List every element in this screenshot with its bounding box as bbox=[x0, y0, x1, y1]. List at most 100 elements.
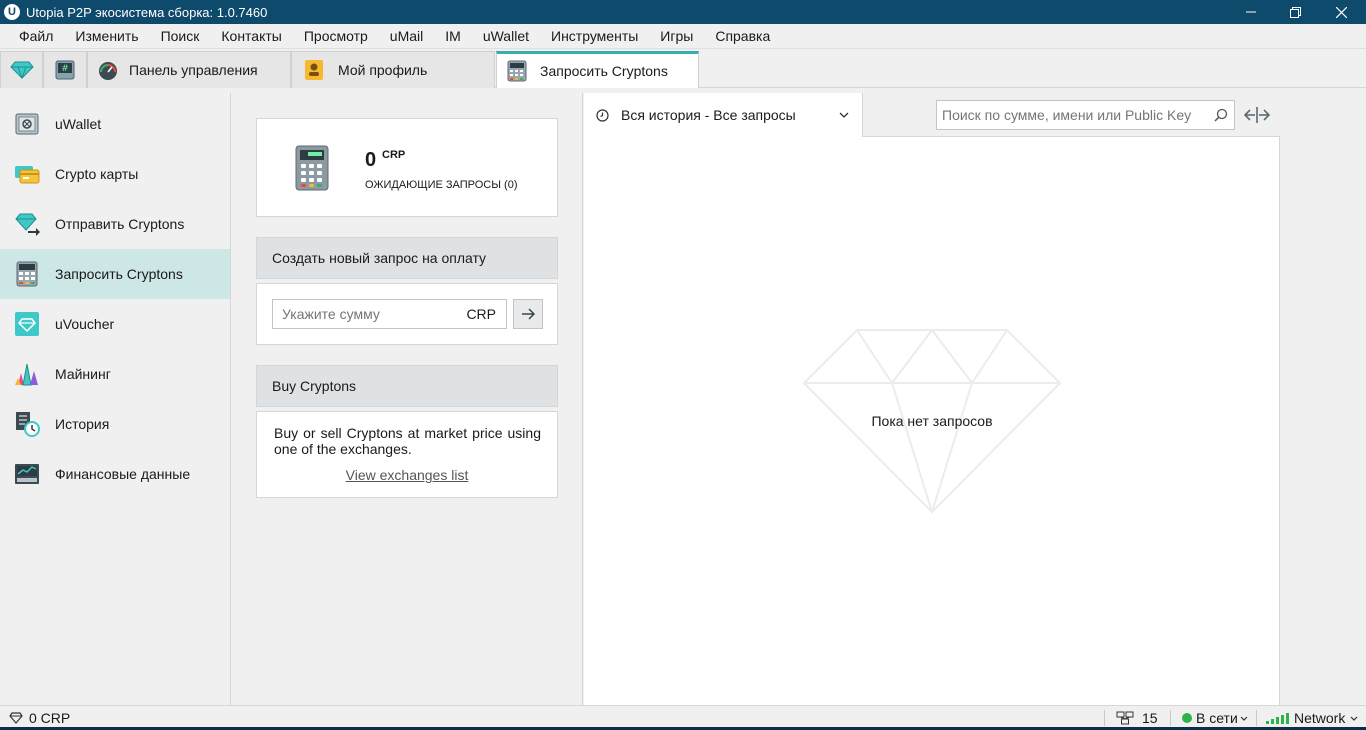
empty-history-message: Пока нет запросов bbox=[871, 413, 993, 429]
send-crystal-icon bbox=[15, 213, 40, 236]
balance-amount: 0 bbox=[365, 149, 377, 171]
terminal-calculator-icon bbox=[295, 145, 329, 191]
sidebar-item-request-cryptons[interactable]: Запросить Cryptons bbox=[0, 249, 230, 299]
status-balance: 0 CRP bbox=[29, 710, 71, 726]
sidebar-item-uwallet[interactable]: uWallet bbox=[0, 99, 230, 149]
signal-strength-icon bbox=[1266, 713, 1289, 724]
expand-horizontal-icon bbox=[1244, 107, 1270, 123]
chevron-down-icon bbox=[839, 112, 849, 118]
chevron-down-icon bbox=[1350, 716, 1358, 721]
sidebar-item-label: Финансовые данные bbox=[55, 466, 191, 482]
new-request-title: Создать новый запрос на оплату bbox=[272, 250, 487, 266]
safe-icon bbox=[15, 113, 39, 135]
clock-icon bbox=[596, 108, 609, 122]
svg-text:#: # bbox=[61, 64, 69, 74]
online-status-label: В сети bbox=[1196, 710, 1238, 726]
tab-request-cryptons[interactable]: Запросить Cryptons bbox=[496, 51, 699, 88]
profile-card-icon bbox=[305, 60, 323, 80]
new-request-header: Создать новый запрос на оплату bbox=[256, 237, 558, 279]
sidebar: uWallet Crypto карты Отправить Cryptons … bbox=[0, 93, 231, 705]
menu-bar: Файл Изменить Поиск Контакты Просмотр uM… bbox=[0, 24, 1366, 48]
peers-count: 15 bbox=[1142, 710, 1158, 726]
crypto-cards-icon bbox=[15, 166, 40, 184]
calculator-icon bbox=[16, 261, 38, 287]
tab-my-profile-label: Мой профиль bbox=[338, 62, 428, 78]
request-panel: 0 CRP ОЖИДАЮЩИЕ ЗАПРОСЫ (0) Создать новы… bbox=[231, 93, 583, 705]
menu-help[interactable]: Справка bbox=[704, 24, 781, 48]
network-label: Network bbox=[1294, 710, 1346, 726]
sidebar-item-label: Отправить Cryptons bbox=[55, 216, 185, 232]
status-divider bbox=[1104, 710, 1105, 726]
search-icon[interactable] bbox=[1214, 108, 1228, 122]
tab-dashboard[interactable]: Панель управления bbox=[87, 51, 291, 88]
mining-crystals-icon bbox=[15, 363, 38, 386]
tab-request-cryptons-label: Запросить Cryptons bbox=[540, 63, 668, 79]
voucher-icon bbox=[15, 312, 39, 336]
sidebar-item-label: Майнинг bbox=[55, 366, 111, 382]
minimize-icon bbox=[1246, 11, 1256, 13]
sidebar-item-label: Crypto карты bbox=[55, 166, 139, 182]
sidebar-item-label: uVoucher bbox=[55, 316, 115, 332]
tab-my-profile[interactable]: Мой профиль bbox=[291, 51, 495, 88]
tab-home[interactable] bbox=[0, 51, 43, 88]
menu-uwallet[interactable]: uWallet bbox=[472, 24, 540, 48]
hash-terminal-icon: # bbox=[55, 60, 75, 80]
status-divider bbox=[1256, 710, 1257, 726]
sidebar-item-label: История bbox=[55, 416, 110, 432]
sidebar-item-label: Запросить Cryptons bbox=[55, 266, 183, 282]
submit-request-button[interactable] bbox=[513, 299, 543, 329]
financial-data-icon bbox=[15, 464, 39, 484]
status-divider bbox=[1170, 710, 1171, 726]
menu-umail[interactable]: uMail bbox=[379, 24, 434, 48]
menu-search[interactable]: Поиск bbox=[150, 24, 211, 48]
minimize-button[interactable] bbox=[1228, 0, 1274, 24]
balance-summary-card: 0 CRP ОЖИДАЮЩИЕ ЗАПРОСЫ (0) bbox=[256, 118, 558, 217]
sidebar-item-mining[interactable]: Майнинг bbox=[0, 349, 230, 399]
expand-panel-button[interactable] bbox=[1243, 103, 1271, 127]
history-panel: Вся история - Все запросы Пока нет запро… bbox=[584, 93, 1280, 705]
history-search-input[interactable] bbox=[937, 101, 1207, 129]
menu-contacts[interactable]: Контакты bbox=[210, 24, 292, 48]
history-search-box bbox=[936, 100, 1235, 130]
menu-im[interactable]: IM bbox=[434, 24, 472, 48]
close-button[interactable] bbox=[1318, 0, 1364, 24]
history-toolbar: Вся история - Все запросы bbox=[584, 93, 1280, 137]
menu-view[interactable]: Просмотр bbox=[293, 24, 379, 48]
calculator-icon bbox=[507, 60, 527, 82]
tab-dashboard-label: Панель управления bbox=[129, 62, 258, 78]
menu-tools[interactable]: Инструменты bbox=[540, 24, 649, 48]
pending-requests-label: ОЖИДАЮЩИЕ ЗАПРОСЫ (0) bbox=[365, 179, 518, 191]
close-icon bbox=[1335, 6, 1347, 18]
sidebar-item-history[interactable]: История bbox=[0, 399, 230, 449]
online-dot-icon bbox=[1182, 713, 1192, 723]
menu-file[interactable]: Файл bbox=[0, 24, 64, 48]
sidebar-item-label: uWallet bbox=[55, 116, 102, 132]
new-request-card: CRP bbox=[256, 283, 558, 345]
window-title: Utopia P2P экосистема сборка: 1.0.7460 bbox=[26, 4, 268, 20]
history-filter-label: Вся история - Все запросы bbox=[621, 107, 796, 123]
chevron-down-icon bbox=[1240, 716, 1248, 721]
arrow-right-icon bbox=[522, 308, 535, 320]
menu-edit[interactable]: Изменить bbox=[64, 24, 149, 48]
balance-currency: CRP bbox=[382, 149, 406, 161]
amount-currency-label: CRP bbox=[466, 306, 496, 322]
sidebar-item-send-cryptons[interactable]: Отправить Cryptons bbox=[0, 199, 230, 249]
crystal-icon bbox=[9, 712, 23, 724]
amount-input[interactable] bbox=[273, 300, 458, 328]
sidebar-item-crypto-cards[interactable]: Crypto карты bbox=[0, 149, 230, 199]
title-bar: U Utopia P2P экосистема сборка: 1.0.7460 bbox=[0, 0, 1366, 24]
sidebar-item-uvoucher[interactable]: uVoucher bbox=[0, 299, 230, 349]
amount-input-wrapper: CRP bbox=[272, 299, 507, 329]
sidebar-item-financial-data[interactable]: Финансовые данные bbox=[0, 449, 230, 499]
menu-games[interactable]: Игры bbox=[649, 24, 704, 48]
view-exchanges-link[interactable]: View exchanges list bbox=[257, 467, 557, 483]
history-icon bbox=[16, 412, 40, 437]
tab-terminal[interactable]: # bbox=[43, 51, 87, 88]
buy-cryptons-title: Buy Cryptons bbox=[272, 378, 357, 394]
history-filter-dropdown[interactable]: Вся история - Все запросы bbox=[584, 93, 863, 137]
speedometer-icon bbox=[99, 62, 117, 80]
crystal-icon bbox=[9, 61, 34, 79]
restore-button[interactable] bbox=[1272, 0, 1318, 24]
buy-cryptons-card: Buy or sell Cryptons at market price usi… bbox=[256, 411, 558, 498]
buy-cryptons-text: Buy or sell Cryptons at market price usi… bbox=[274, 425, 541, 457]
